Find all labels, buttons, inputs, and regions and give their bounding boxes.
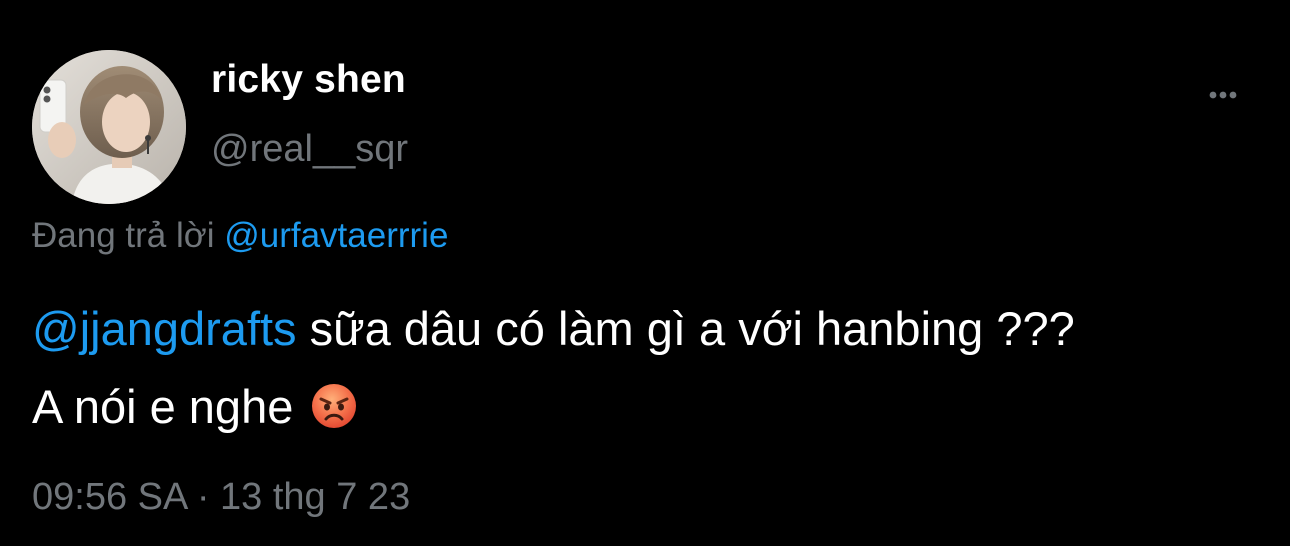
avatar-photo bbox=[32, 50, 186, 204]
tweet-body-text-2: A nói e nghe bbox=[32, 380, 307, 433]
tweet-time: 09:56 SA bbox=[32, 476, 187, 518]
avatar[interactable] bbox=[32, 50, 186, 204]
reply-mention-link[interactable]: @urfavtaerrrie bbox=[224, 216, 448, 255]
timestamp-separator: · bbox=[196, 476, 210, 518]
tweet-text-line-1: @jjangdrafts sữa dâu có làm gì a với han… bbox=[32, 290, 1272, 368]
user-handle[interactable]: @real__sqr bbox=[211, 128, 408, 171]
reply-prefix: Đang trả lời bbox=[32, 216, 215, 255]
tweet-detail: ricky shen @real__sqr Đang trả lời @urfa… bbox=[0, 0, 1290, 546]
tweet-text: @jjangdrafts sữa dâu có làm gì a với han… bbox=[32, 290, 1272, 446]
more-options-button[interactable] bbox=[1200, 80, 1246, 110]
display-name[interactable]: ricky shen bbox=[211, 58, 406, 102]
tweet-text-line-2: A nói e nghe bbox=[32, 368, 1272, 446]
tweet-date: 13 thg 7 23 bbox=[220, 476, 411, 518]
tweet-timestamp[interactable]: 09:56 SA · 13 thg 7 23 bbox=[32, 476, 410, 519]
angry-face-emoji bbox=[310, 375, 358, 428]
more-horizontal-icon bbox=[1209, 91, 1237, 99]
tweet-body-text: sữa dâu có làm gì a với hanbing ??? bbox=[296, 302, 1075, 355]
reply-context: Đang trả lời @urfavtaerrrie bbox=[32, 216, 448, 256]
tweet-mention-link[interactable]: @jjangdrafts bbox=[32, 302, 297, 355]
